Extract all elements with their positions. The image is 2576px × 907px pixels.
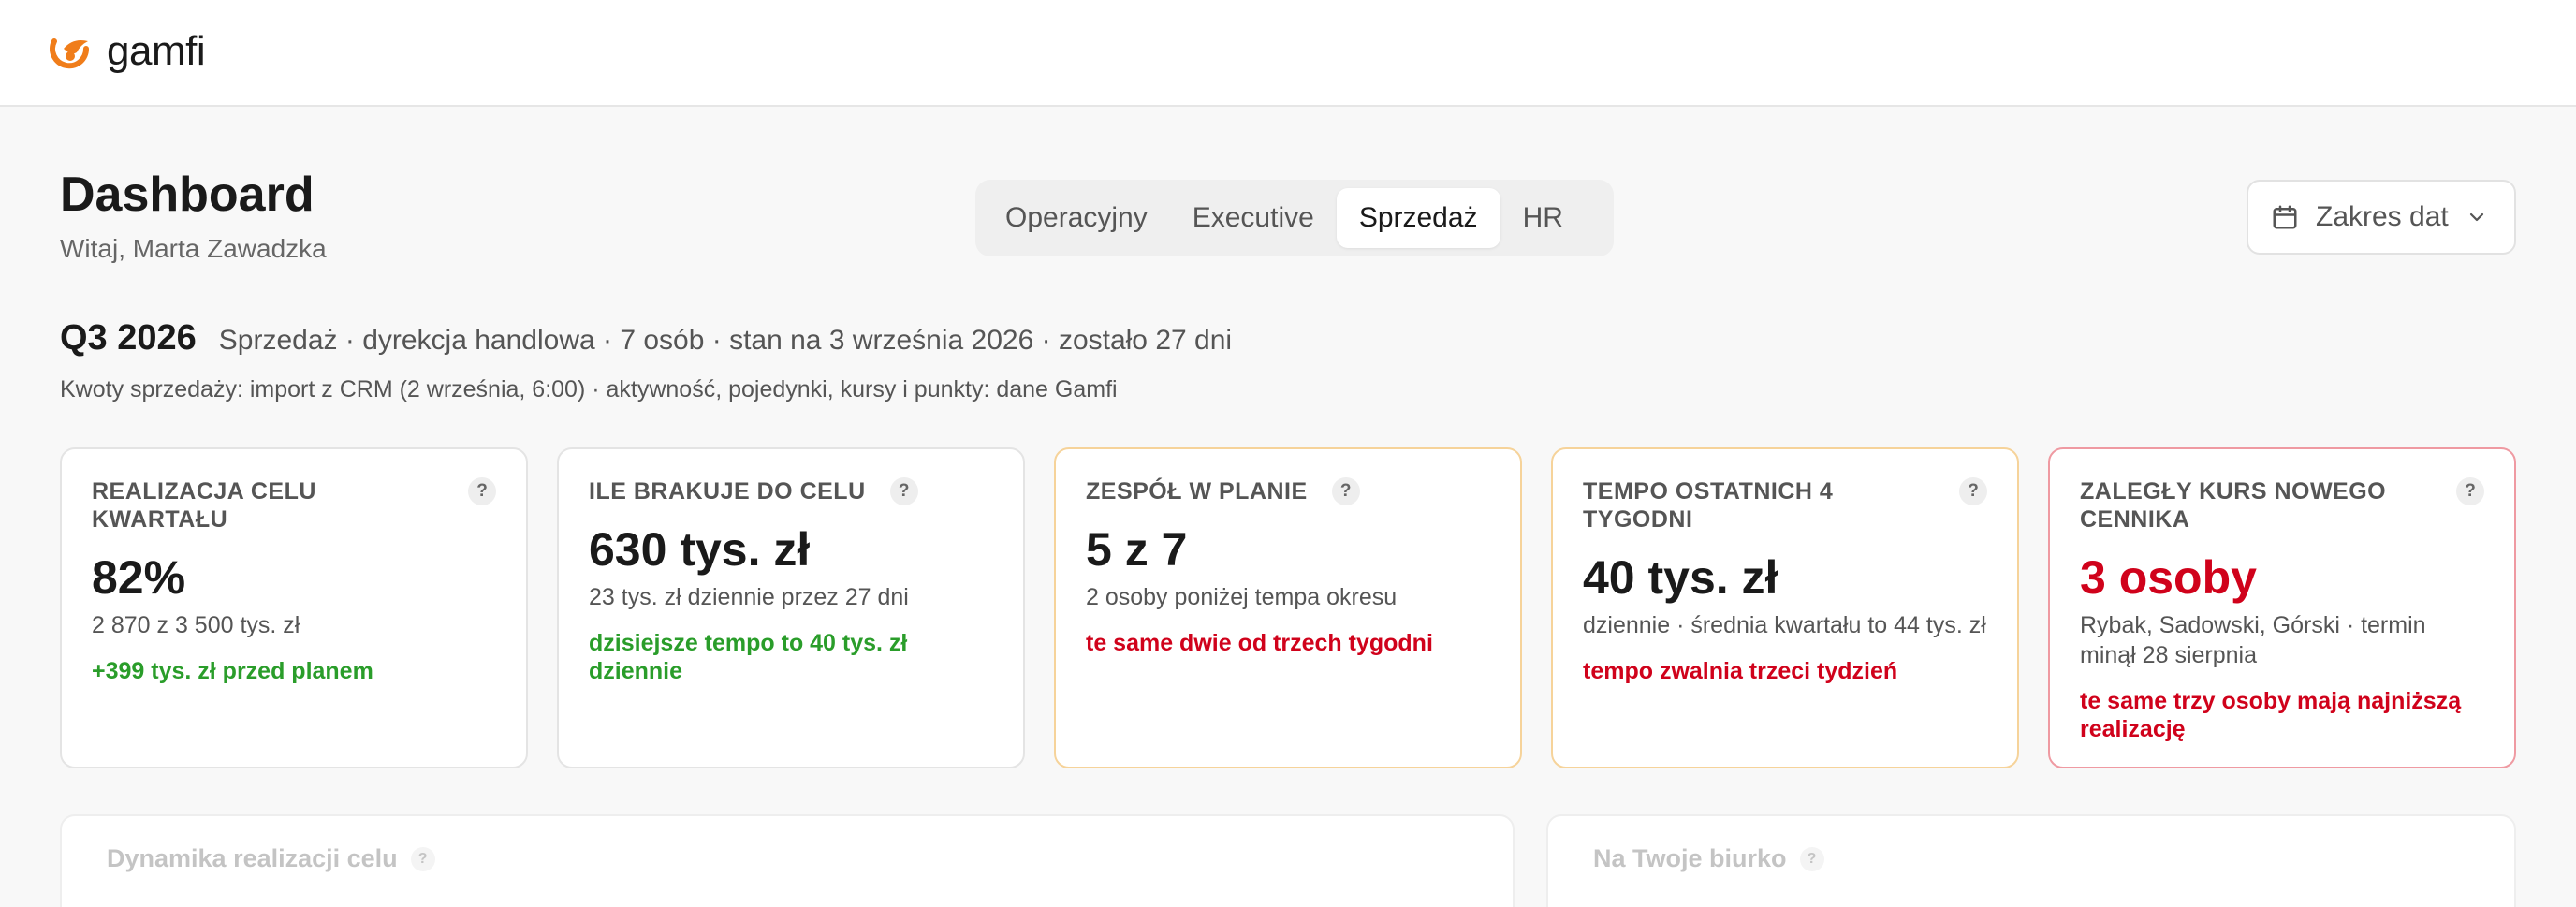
kpi-value: 3 osoby bbox=[2080, 551, 2257, 604]
goal-dynamics-panel: Dynamika realizacji celu ? bbox=[60, 814, 1515, 907]
kpi-note: te same trzy osoby mają najniższą realiz… bbox=[2080, 688, 2462, 742]
help-icon[interactable]: ? bbox=[2456, 477, 2484, 505]
kpi-note: te same dwie od trzech tygodni bbox=[1086, 630, 1433, 656]
tab-executive[interactable]: Executive bbox=[1170, 188, 1337, 248]
help-icon[interactable]: ? bbox=[1799, 846, 1824, 871]
calendar-icon bbox=[2273, 205, 2297, 229]
greeting: Witaj, Marta Zawadzka bbox=[60, 234, 327, 263]
help-icon[interactable]: ? bbox=[410, 846, 435, 871]
data-sources-note: Kwoty sprzedaży: import z CRM (2 wrześni… bbox=[60, 376, 1118, 402]
tab-operacyjny[interactable]: Operacyjny bbox=[983, 188, 1170, 248]
kpi-card-team-on-plan[interactable]: ZESPÓŁ W PLANIE ? 5 z 7 2 osoby poniżej … bbox=[1054, 447, 1522, 768]
kpi-card-remaining-to-goal[interactable]: ILE BRAKUJE DO CELU ? 630 tys. zł 23 tys… bbox=[557, 447, 1025, 768]
gamfi-logo-icon bbox=[50, 38, 90, 69]
tab-hr[interactable]: HR bbox=[1500, 188, 1586, 248]
date-range-label: Zakres dat bbox=[2316, 201, 2449, 232]
kpi-subtext: Rybak, Sadowski, Górski · termin minął 2… bbox=[2080, 612, 2426, 668]
help-icon[interactable]: ? bbox=[889, 477, 918, 505]
kpi-subtext: 2 osoby poniżej tempa okresu bbox=[1086, 584, 1398, 610]
chevron-down-icon bbox=[2469, 212, 2483, 222]
kpi-value: 5 z 7 bbox=[1086, 523, 1188, 576]
page-title: Dashboard bbox=[60, 168, 315, 222]
kpi-subtext: 2 870 z 3 500 tys. zł bbox=[92, 612, 300, 638]
period-meta: Sprzedaż · dyrekcja handlowa · 7 osób · … bbox=[218, 325, 1233, 356]
panel-title: Na Twoje biurko bbox=[1593, 844, 1787, 872]
tab-sprzedaz[interactable]: Sprzedaż bbox=[1336, 188, 1500, 248]
kpi-card-goal-realization[interactable]: REALIZACJA CELU KWARTAŁU ? 82% 2 870 z 3… bbox=[60, 447, 528, 768]
kpi-subtext: 23 tys. zł dziennie przez 27 dni bbox=[589, 584, 909, 610]
kpi-note: +399 tys. zł przed planem bbox=[92, 658, 373, 684]
kpi-label: REALIZACJA CELU KWARTAŁU bbox=[92, 478, 316, 533]
your-desk-panel: Na Twoje biurko ? bbox=[1546, 814, 2516, 907]
kpi-value: 630 tys. zł bbox=[589, 523, 811, 576]
kpi-label: ZESPÓŁ W PLANIE bbox=[1086, 478, 1308, 505]
help-icon[interactable]: ? bbox=[468, 477, 496, 505]
top-bar: gamfi bbox=[0, 0, 2576, 107]
gamfi-logo[interactable]: gamfi bbox=[45, 28, 206, 75]
kpi-card-pace-last-4-weeks[interactable]: TEMPO OSTATNICH 4 TYGODNI ? 40 tys. zł d… bbox=[1551, 447, 2019, 768]
help-icon[interactable]: ? bbox=[1331, 477, 1360, 505]
date-range-button[interactable]: Zakres dat bbox=[2247, 180, 2516, 255]
kpi-subtext: dziennie · średnia kwartału to 44 tys. z… bbox=[1583, 612, 1986, 638]
kpi-note: dzisiejsze tempo to 40 tys. zł dziennie bbox=[589, 630, 908, 684]
kpi-card-overdue-pricing-course[interactable]: ZALEGŁY KURS NOWEGO CENNIKA ? 3 osoby Ry… bbox=[2048, 447, 2516, 768]
kpi-value: 40 tys. zł bbox=[1583, 551, 1778, 604]
period-row: Q3 2026 Sprzedaż · dyrekcja handlowa · 7… bbox=[60, 318, 1232, 358]
dashboard-tabs: Operacyjny Executive Sprzedaż HR bbox=[975, 180, 1614, 256]
kpi-note: tempo zwalnia trzeci tydzień bbox=[1583, 658, 1898, 684]
kpi-label: ILE BRAKUJE DO CELU bbox=[589, 478, 866, 505]
help-icon[interactable]: ? bbox=[1959, 477, 1987, 505]
logo-text: gamfi bbox=[107, 28, 206, 74]
panel-title: Dynamika realizacji celu bbox=[107, 844, 398, 872]
kpi-value: 82% bbox=[92, 551, 186, 604]
kpi-label: TEMPO OSTATNICH 4 TYGODNI bbox=[1583, 478, 1834, 533]
kpi-label: ZALEGŁY KURS NOWEGO CENNIKA bbox=[2080, 478, 2387, 533]
period-title: Q3 2026 bbox=[60, 318, 197, 358]
